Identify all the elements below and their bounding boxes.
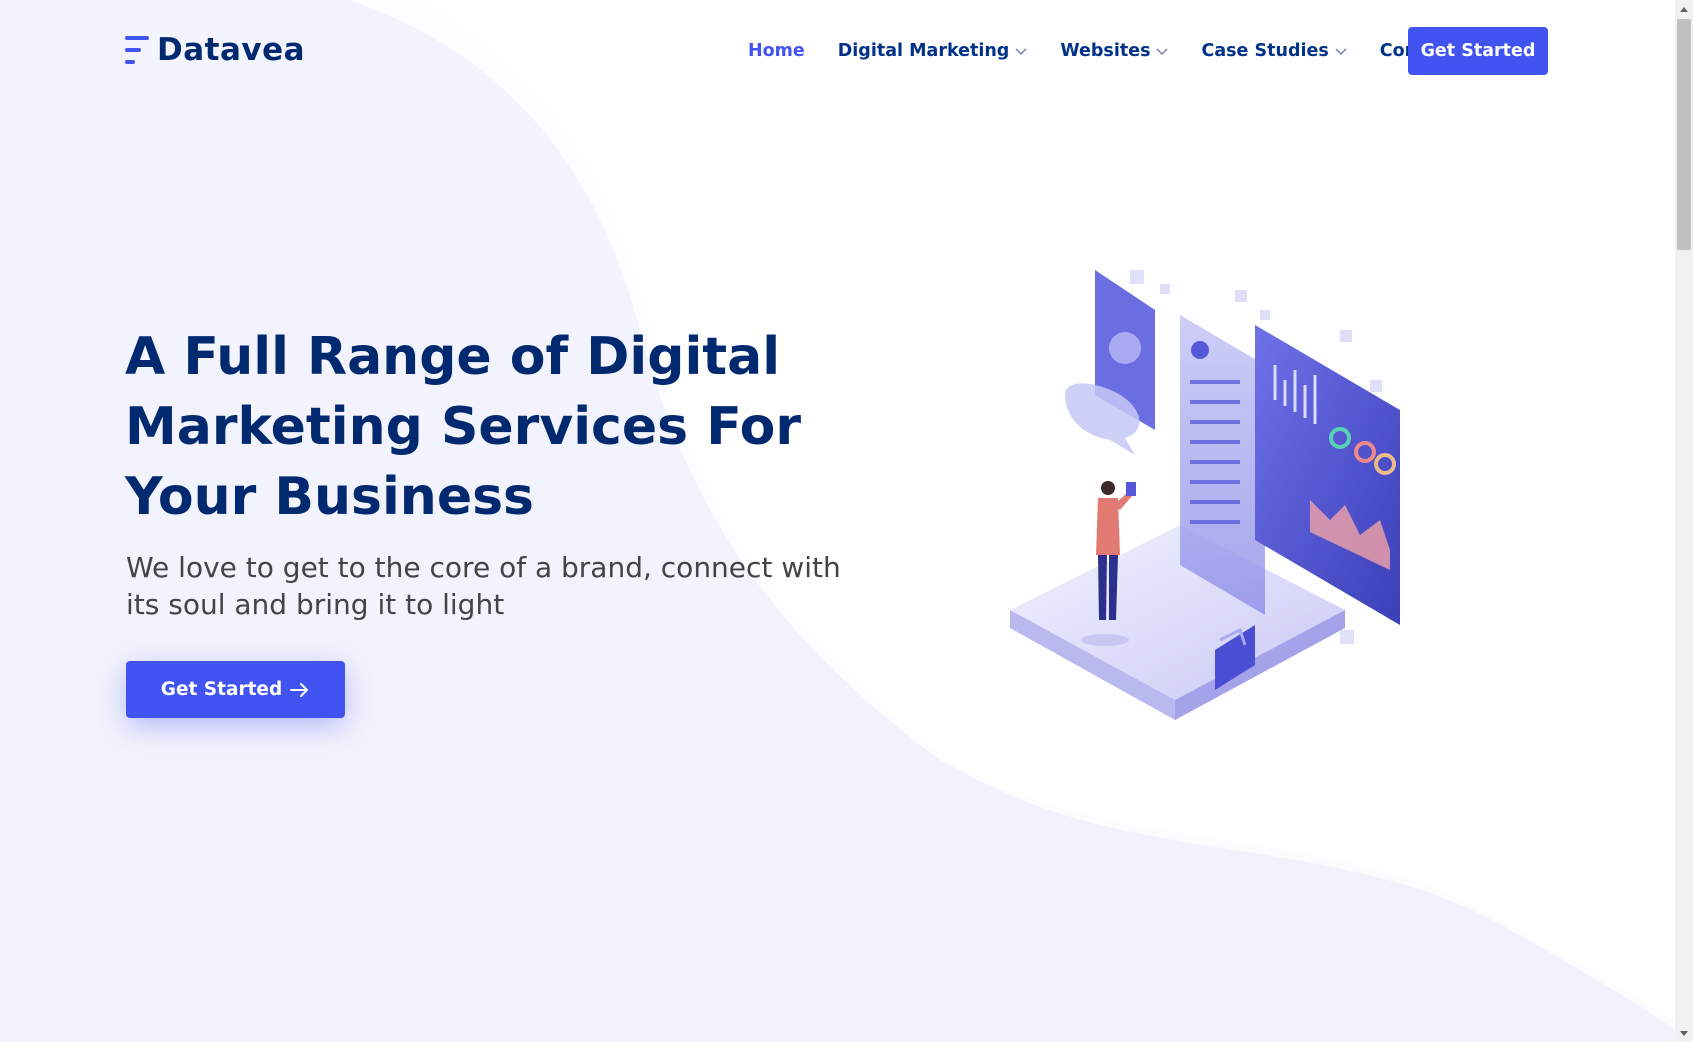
nav-item-digital-marketing[interactable]: Digital Marketing: [838, 41, 1028, 61]
nav-item-label: Digital Marketing: [837, 41, 1010, 61]
hero-button-label: Get Started: [160, 679, 283, 700]
logo[interactable]: Datavea: [125, 30, 305, 70]
hero-title: A Full Range of Digital Marketing Servic…: [125, 327, 801, 527]
hero-subtitle: We love to get to the core of a brand, c…: [126, 551, 841, 621]
hero-get-started-button[interactable]: Get Started: [126, 661, 345, 718]
get-started-button[interactable]: Get Started: [1408, 27, 1548, 75]
vertical-scrollbar[interactable]: [1675, 0, 1693, 1042]
nav-item-case-studies[interactable]: Case Studies: [1201, 41, 1347, 61]
site-header: Datavea Home Digital Marketing Websites …: [0, 0, 1675, 102]
logo-icon: [125, 33, 149, 67]
chevron-down-icon: [1335, 48, 1347, 55]
chevron-down-icon: [1157, 48, 1168, 55]
nav-item-label: Case Studies: [1201, 41, 1329, 61]
main-nav: Home Digital Marketing Websites Case Stu…: [748, 27, 1489, 75]
nav-item-home[interactable]: Home: [748, 41, 805, 61]
logo-text: Datavea: [157, 32, 306, 68]
scroll-up-arrow-icon[interactable]: [1675, 0, 1693, 17]
scroll-down-arrow-icon[interactable]: [1675, 1025, 1693, 1042]
nav-item-websites[interactable]: Websites: [1060, 41, 1168, 61]
page: Datavea Home Digital Marketing Websites …: [0, 0, 1693, 1042]
nav-item-label: Home: [748, 41, 805, 61]
chevron-down-icon: [1015, 48, 1027, 55]
nav-item-label: Websites: [1060, 41, 1151, 61]
scrollbar-thumb[interactable]: [1677, 19, 1691, 250]
arrow-right-icon: [290, 682, 309, 697]
hero-illustration: [1010, 270, 1400, 720]
